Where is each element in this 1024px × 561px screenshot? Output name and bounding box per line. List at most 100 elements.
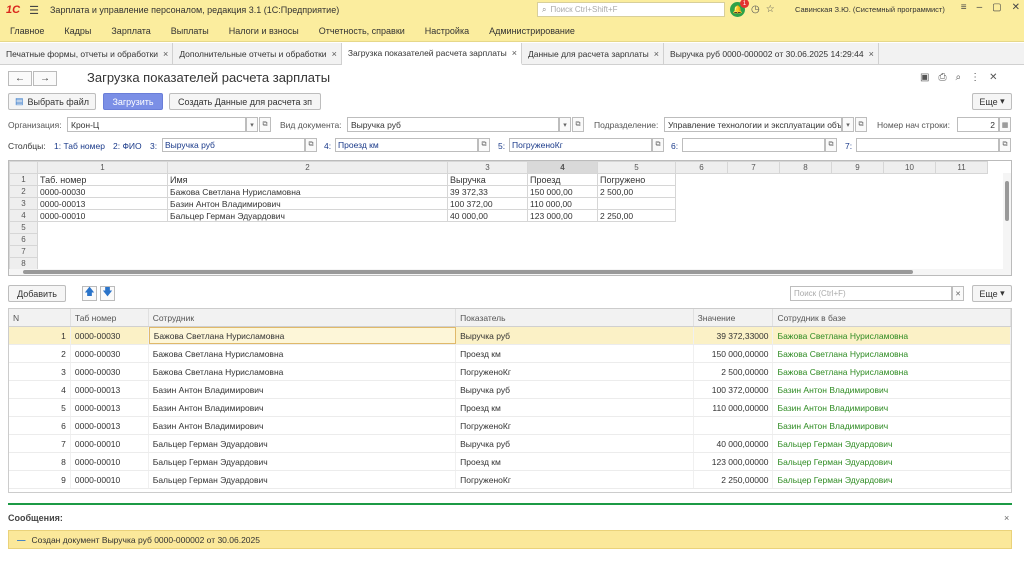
menu-item-admin[interactable]: Администрирование [479, 26, 585, 36]
sheet-col-header[interactable]: 4 [527, 161, 598, 174]
sheet-row-header[interactable]: 1 [9, 173, 38, 186]
sheet-cell[interactable]: Таб. номер [37, 173, 168, 186]
sheet-cell[interactable]: Бажова Светлана Нурисламовна [167, 185, 448, 198]
sheet-cell[interactable]: Имя [167, 173, 448, 186]
menu-item-payments[interactable]: Выплаты [161, 26, 219, 36]
sheet-row-header[interactable]: 7 [9, 245, 38, 258]
sheet-cell[interactable]: 150 000,00 [527, 185, 598, 198]
add-button[interactable]: Добавить [8, 285, 66, 302]
scroll-thumb[interactable] [1005, 181, 1009, 221]
column-4-field[interactable]: Проезд км [335, 138, 478, 152]
sheet-col-header[interactable]: 10 [883, 161, 936, 174]
sheet-cell[interactable]: 0000-00030 [37, 185, 168, 198]
table-row[interactable]: 5 0000-00013 Базин Антон Владимирович Проез… [9, 399, 1011, 417]
sheet-row-header[interactable]: 4 [9, 209, 38, 222]
print-icon[interactable]: ⎙ [938, 72, 946, 83]
create-salary-data-button[interactable]: Создать Данные для расчета зп [169, 93, 321, 110]
sheet-col-header[interactable]: 6 [675, 161, 728, 174]
menu-item-reports[interactable]: Отчетность, справки [309, 26, 415, 36]
close-tab-icon[interactable]: × [163, 49, 168, 59]
select-file-button[interactable]: ▤ Выбрать файл [8, 93, 96, 110]
save-icon[interactable]: ▣ [920, 72, 929, 83]
tab-salary-indicators-load[interactable]: Загрузка показателей расчета зарплаты × [341, 43, 522, 65]
column-5-field[interactable]: ПогруженоКг [509, 138, 652, 152]
col-header-indicator[interactable]: Показатель [456, 309, 694, 326]
menu-icon[interactable]: ☰ [26, 4, 42, 17]
tab-salary-data[interactable]: Данные для расчета зарплаты × [522, 43, 665, 65]
maximize-icon[interactable]: ▢ [992, 2, 1001, 13]
sheet-col-header[interactable]: 11 [935, 161, 988, 174]
sheet-col-header[interactable]: 2 [167, 161, 448, 174]
open-icon[interactable]: ⧉ [999, 138, 1011, 152]
col-header-employee-in-base[interactable]: Сотрудник в базе [773, 309, 1011, 326]
table-row[interactable]: 3 0000-00030 Бажова Светлана Нурисламовна П… [9, 363, 1011, 381]
col-header-value[interactable]: Значение [694, 309, 774, 326]
sheet-cell[interactable] [597, 197, 676, 210]
sheet-row-header[interactable]: 8 [9, 257, 38, 270]
calculator-icon[interactable]: ▦ [999, 117, 1011, 132]
col-header-employee[interactable]: Сотрудник [149, 309, 457, 326]
table-row[interactable]: 1 0000-00030 Бажова Светлана Нурисламовна В… [9, 327, 1011, 345]
sheet-cell[interactable]: Базин Антон Владимирович [167, 197, 448, 210]
current-user[interactable]: Савинская З.Ю. (Системный программист) [795, 5, 945, 14]
sheet-cell[interactable]: Проезд [527, 173, 598, 186]
column-6-field[interactable] [682, 138, 825, 152]
load-button[interactable]: Загрузить [103, 93, 163, 110]
table-row[interactable]: 8 0000-00010 Бальцер Герман Эдуардович Прое… [9, 453, 1011, 471]
column-2-link[interactable]: 2: ФИО [113, 141, 142, 151]
organization-field[interactable]: Крон-Ц [67, 117, 246, 132]
sheet-row-header[interactable]: 2 [9, 185, 38, 198]
table-more-button[interactable]: Еще ▾ [972, 285, 1012, 302]
sheet-cell[interactable]: 110 000,00 [527, 197, 598, 210]
dropdown-icon[interactable]: ▾ [842, 117, 854, 132]
sheet-cell[interactable]: Выручка [447, 173, 528, 186]
table-row[interactable]: 4 0000-00013 Базин Антон Владимирович Выруч… [9, 381, 1011, 399]
back-button[interactable]: ← [8, 71, 32, 86]
column-1-link[interactable]: 1: Таб номер [54, 141, 105, 151]
sheet-horizontal-scrollbar[interactable] [9, 269, 1005, 275]
notifications-icon[interactable]: 🔔 1 [730, 0, 749, 17]
close-tab-icon[interactable]: × [512, 48, 517, 58]
dropdown-icon[interactable]: ▾ [559, 117, 571, 132]
menu-item-settings[interactable]: Настройка [415, 26, 479, 36]
more-button[interactable]: Еще ▾ [972, 93, 1012, 110]
open-icon[interactable]: ⧉ [652, 138, 664, 152]
sheet-cell[interactable]: 0000-00010 [37, 209, 168, 222]
sheet-row-header[interactable]: 3 [9, 197, 38, 210]
sheet-cell[interactable]: 39 372,33 [447, 185, 528, 198]
open-icon[interactable]: ⧉ [825, 138, 837, 152]
menu-item-main[interactable]: Главное [0, 26, 54, 36]
table-row[interactable]: 9 0000-00010 Бальцер Герман Эдуардович Погр… [9, 471, 1011, 489]
settings-icon[interactable]: ≡ [961, 2, 967, 13]
table-search-input[interactable]: Поиск (Ctrl+F) [790, 286, 952, 301]
close-icon[interactable]: ✕ [1012, 2, 1020, 13]
spreadsheet-preview[interactable]: 1 2 3 4 5 6 7 8 9 10 11 1 Таб. номер Имя… [8, 160, 1012, 276]
table-row[interactable]: 6 0000-00013 Базин Антон Владимирович Погру… [9, 417, 1011, 435]
close-tab-icon[interactable]: × [332, 49, 337, 59]
sheet-vertical-scrollbar[interactable] [1003, 173, 1011, 275]
sheet-col-header[interactable]: 1 [37, 161, 168, 174]
doctype-field[interactable]: Выручка руб [347, 117, 559, 132]
col-header-tab-number[interactable]: Таб номер [71, 309, 149, 326]
move-up-icon[interactable]: 🡅 [82, 286, 97, 301]
close-tab-icon[interactable]: × [654, 49, 659, 59]
sheet-col-header[interactable]: 7 [727, 161, 780, 174]
global-search-input[interactable]: ⌕ Поиск Ctrl+Shift+F [537, 2, 725, 17]
sheet-cell[interactable]: 100 372,00 [447, 197, 528, 210]
tab-revenue-document[interactable]: Выручка руб 0000-000002 от 30.06.2025 14… [664, 43, 879, 65]
sheet-cell[interactable]: 40 000,00 [447, 209, 528, 222]
sheet-cell[interactable]: Погружено [597, 173, 676, 186]
sheet-col-header[interactable]: 3 [447, 161, 528, 174]
move-down-icon[interactable]: 🡇 [100, 286, 115, 301]
close-tab-icon[interactable]: × [869, 49, 874, 59]
table-row[interactable]: 7 0000-00010 Бальцер Герман Эдуардович Выру… [9, 435, 1011, 453]
open-icon[interactable]: ⧉ [572, 117, 584, 132]
open-icon[interactable]: ⧉ [259, 117, 271, 132]
history-icon[interactable]: ◷ [751, 4, 760, 15]
tab-additional-reports[interactable]: Дополнительные отчеты и обработки × [173, 43, 342, 65]
close-form-icon[interactable]: ✕ [989, 72, 997, 83]
open-icon[interactable]: ⧉ [478, 138, 490, 152]
open-icon[interactable]: ⧉ [855, 117, 867, 132]
sheet-row-header[interactable]: 6 [9, 233, 38, 246]
table-row[interactable]: 2 0000-00030 Бажова Светлана Нурисламовна П… [9, 345, 1011, 363]
